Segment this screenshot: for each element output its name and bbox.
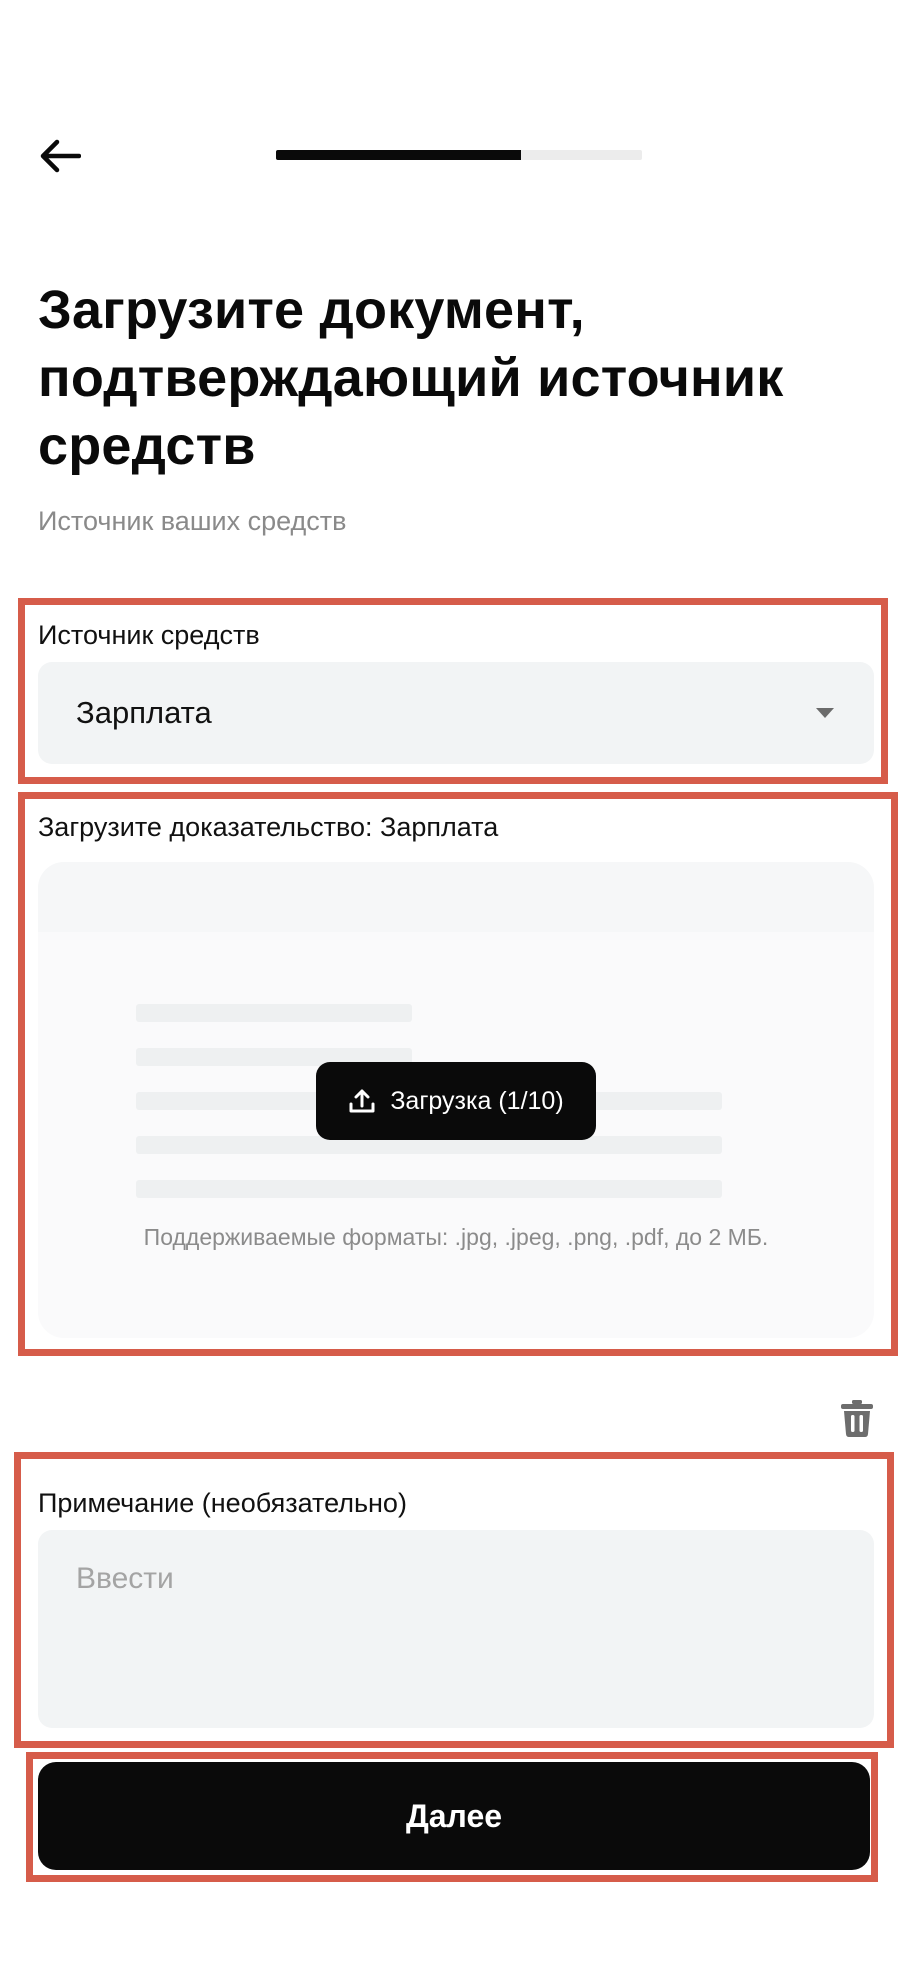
back-button[interactable] <box>30 128 90 184</box>
progress-bar <box>276 150 642 160</box>
next-button[interactable]: Далее <box>38 1762 870 1870</box>
source-label: Источник средств <box>38 620 260 650</box>
document-placeholder-line <box>136 1180 722 1198</box>
note-input[interactable] <box>38 1530 874 1728</box>
source-selected-value: Зарплата <box>76 695 212 730</box>
caret-down-icon <box>816 708 834 718</box>
progress-bar-fill <box>276 150 522 160</box>
trash-icon <box>841 1400 873 1437</box>
upload-button[interactable]: Загрузка (1/10) <box>316 1062 596 1140</box>
page-subtitle: Источник ваших средств <box>38 506 347 536</box>
document-placeholder-line <box>136 1004 412 1022</box>
arrow-left-icon <box>40 139 81 173</box>
upload-label: Загрузите доказательство: Зарплата <box>38 812 499 842</box>
delete-button[interactable] <box>838 1398 876 1438</box>
supported-formats-text: Поддерживаемые форматы: .jpg, .jpeg, .pn… <box>143 1224 769 1250</box>
note-label: Примечание (необязательно) <box>38 1488 407 1518</box>
upload-button-label: Загрузка (1/10) <box>390 1086 564 1115</box>
source-select[interactable]: Зарплата <box>38 662 874 764</box>
upload-dropzone[interactable]: Загрузка (1/10) Поддерживаемые форматы: … <box>38 862 874 1338</box>
upload-icon <box>349 1089 375 1113</box>
upload-area-top <box>38 862 874 932</box>
page-title: Загрузите документ, подтверждающий источ… <box>38 280 784 476</box>
